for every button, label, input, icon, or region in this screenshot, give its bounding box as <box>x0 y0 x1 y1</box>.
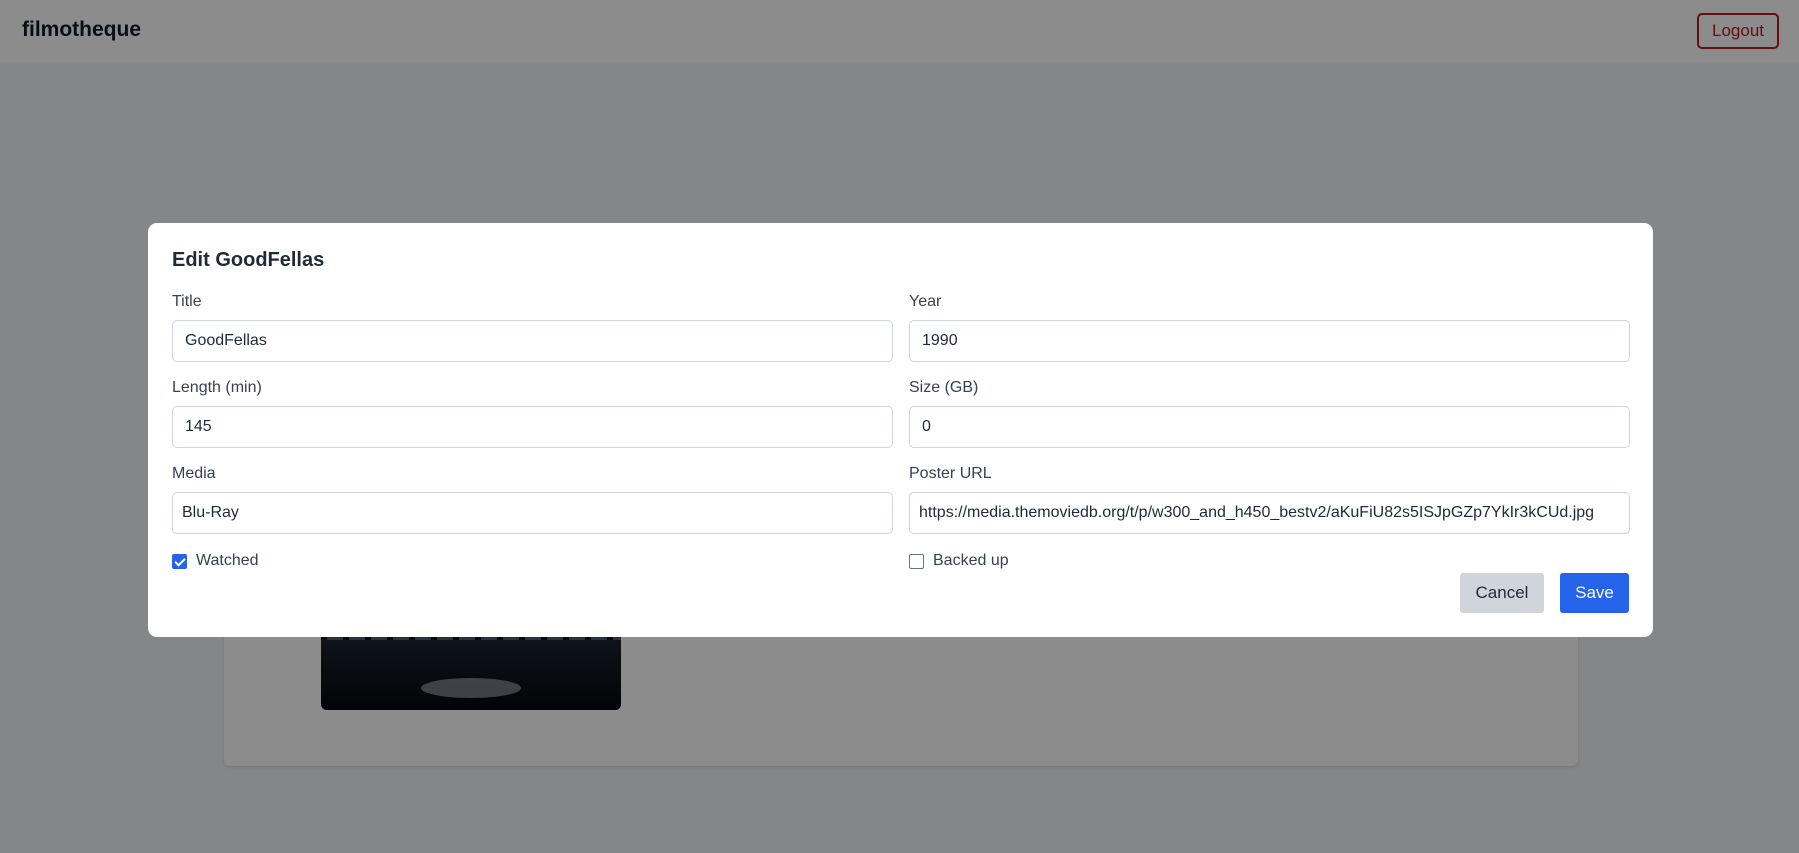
dialog-title: Edit GoodFellas <box>172 249 325 271</box>
length-field: Length (min) <box>172 378 893 448</box>
poster-url-input[interactable] <box>909 492 1630 534</box>
year-field: Year <box>909 292 1630 362</box>
size-label: Size (GB) <box>909 379 979 396</box>
save-button[interactable]: Save <box>1560 573 1629 613</box>
backed-up-checkbox[interactable] <box>909 553 924 569</box>
title-input[interactable] <box>172 320 893 362</box>
size-field: Size (GB) <box>909 378 1630 448</box>
year-input[interactable] <box>909 320 1630 362</box>
media-field: Media <box>172 464 893 534</box>
length-label: Length (min) <box>172 379 262 396</box>
poster-url-field: Poster URL <box>909 464 1630 534</box>
media-select[interactable] <box>172 492 893 534</box>
poster-url-label: Poster URL <box>909 465 992 482</box>
edit-movie-dialog: Edit GoodFellas Title Year Length (min) … <box>148 223 1653 637</box>
watched-checkbox-row[interactable]: Watched <box>172 552 259 570</box>
backed-up-label[interactable]: Backed up <box>933 552 1009 570</box>
watched-checkbox[interactable] <box>172 553 187 569</box>
size-input[interactable] <box>909 406 1630 448</box>
cancel-button[interactable]: Cancel <box>1460 573 1544 613</box>
watched-label[interactable]: Watched <box>196 552 259 570</box>
length-input[interactable] <box>172 406 893 448</box>
year-label: Year <box>909 293 942 310</box>
title-field: Title <box>172 292 893 362</box>
backed-up-checkbox-row[interactable]: Backed up <box>909 552 1009 570</box>
title-label: Title <box>172 293 202 310</box>
media-label: Media <box>172 465 216 482</box>
